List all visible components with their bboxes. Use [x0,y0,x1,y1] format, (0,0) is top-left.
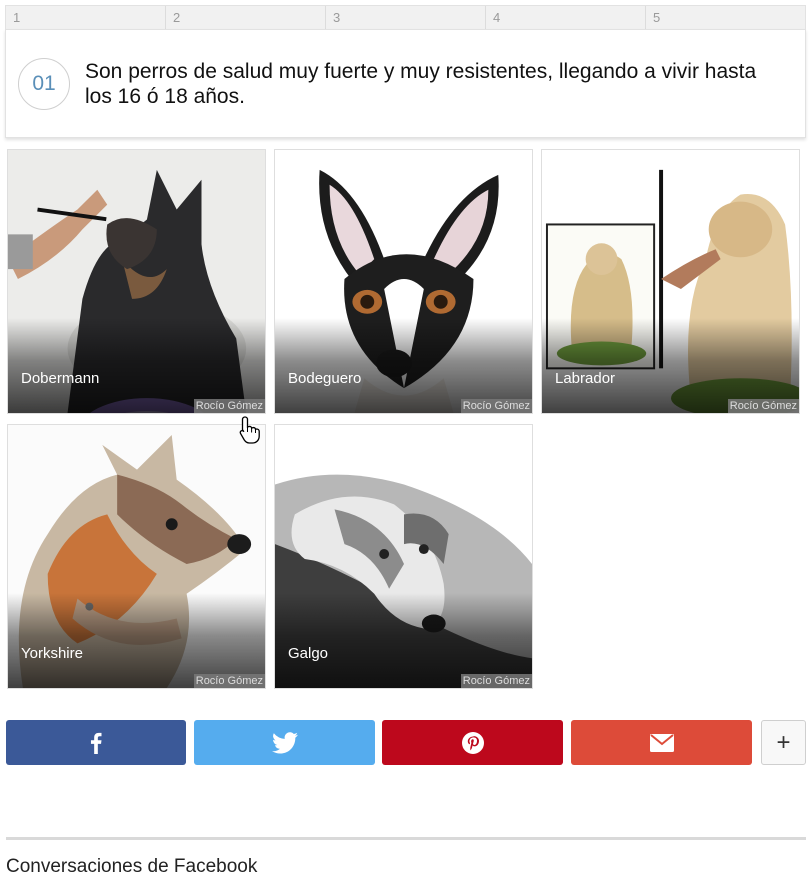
share-facebook-button[interactable] [6,720,186,765]
gallery-item-label: Labrador [555,370,616,387]
comments-heading: Conversaciones de Facebook [6,856,258,877]
gallery-item-labrador[interactable]: Labrador Rocío Gómez [541,149,800,414]
pinterest-icon [461,731,484,754]
image-credit: Rocío Gómez [460,674,532,688]
gallery-item-label: Bodeguero [288,370,362,387]
hand-cursor-icon [239,416,260,444]
image-credit: Rocío Gómez [193,399,265,413]
ruler-cell: 2 [166,6,326,29]
ruler-cell: 3 [326,6,486,29]
gallery-item-label: Galgo [288,645,329,662]
ruler-cell: 1 [6,6,166,29]
column-ruler: 1 2 3 4 5 [5,5,806,29]
share-more-button[interactable]: + [761,720,806,765]
fact-text: Son perros de salud muy fuerte y muy res… [85,59,757,108]
gallery-item-dobermann[interactable]: Dobermann Rocío Gómez [7,149,266,414]
gallery-item-galgo[interactable]: Galgo Rocío Gómez [274,424,533,689]
gallery-item-yorkshire[interactable]: Yorkshire Rocío Gómez [7,424,266,689]
gallery-item-label: Dobermann [21,370,100,387]
ruler-cell: 5 [653,10,661,25]
fact-number-badge: 01 [18,57,70,110]
mail-icon [649,733,674,752]
share-pinterest-button[interactable] [382,720,563,765]
share-bar: + [6,720,806,765]
facebook-icon [90,732,102,754]
image-credit: Rocío Gómez [460,399,532,413]
twitter-icon [271,731,298,754]
share-twitter-button[interactable] [194,720,375,765]
gallery-item-label: Yorkshire [21,645,83,662]
share-email-button[interactable] [571,720,752,765]
gallery-item-bodeguero[interactable]: Bodeguero Rocío Gómez [274,149,533,414]
image-credit: Rocío Gómez [193,674,265,688]
image-credit: Rocío Gómez [727,399,799,413]
fact-card: 01 Son perros de salud muy fuerte y muy … [5,29,806,138]
section-divider [6,837,806,840]
ruler-cell: 4 [486,6,646,29]
